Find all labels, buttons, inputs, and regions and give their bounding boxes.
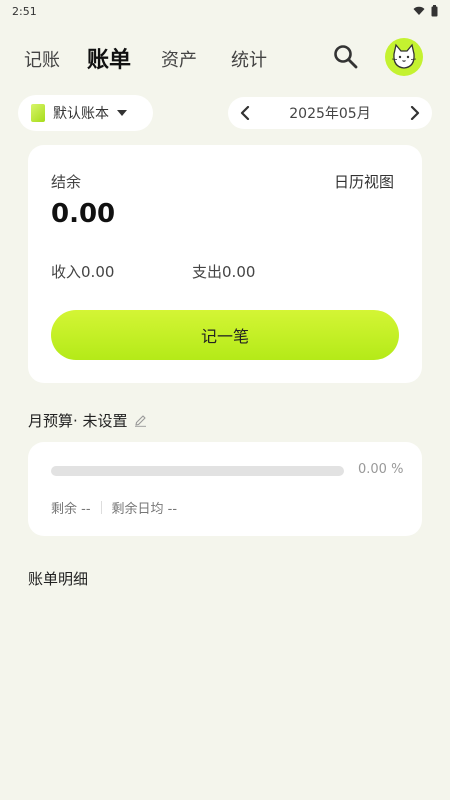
avatar[interactable] [385,38,423,76]
tab-statistics[interactable]: 统计 [231,46,267,72]
expense-value: 0.00 [222,263,256,281]
balance-value: 0.00 [51,199,116,229]
chevron-left-icon[interactable] [240,106,250,120]
battery-icon [431,5,438,17]
search-icon [334,45,358,69]
budget-progress-percent: 0.00 % [358,462,404,477]
record-entry-button[interactable]: 记一笔 [51,310,399,360]
income-summary: 收入0.00 [51,261,114,282]
balance-label: 结余 [51,173,82,191]
expense-label: 支出 [192,263,223,281]
tab-assets[interactable]: 资产 [161,46,197,72]
wifi-icon [413,6,425,15]
budget-daily-remaining: 剩余日均 -- [111,502,178,517]
budget-title-row[interactable]: 月预算· 未设置 [28,410,147,431]
tab-bills[interactable]: 账单 [87,42,131,74]
current-month[interactable]: 2025年05月 [289,103,370,123]
status-time: 2:51 [12,4,37,18]
tab-record[interactable]: 记账 [24,46,60,72]
budget-progress-bar [51,466,344,476]
top-nav: 记账 账单 资产 统计 [0,36,450,80]
cat-avatar-icon [391,43,417,69]
income-value: 0.00 [81,263,115,281]
search-button[interactable] [333,44,359,70]
account-book-name: 默认账本 [53,106,109,122]
budget-card: 0.00 % 剩余 -- 剩余日均 -- [28,442,422,536]
calendar-view-link[interactable]: 日历视图 [334,171,394,192]
budget-divider [100,501,102,514]
budget-meta: 剩余 -- 剩余日均 -- [51,498,177,517]
month-pager: 2025年05月 [228,97,432,129]
summary-card: 结余 日历视图 0.00 收入0.00 支出0.00 记一笔 [28,145,422,383]
income-label: 收入 [51,263,82,281]
status-icons [413,5,438,17]
budget-title: 月预算· 未设置 [28,412,128,430]
caret-down-icon [117,110,127,116]
edit-pencil-icon[interactable] [134,414,147,427]
status-bar: 2:51 [0,0,450,22]
bill-details-title: 账单明细 [28,570,89,588]
book-icon [31,104,45,122]
account-book-selector[interactable]: 默认账本 [18,95,153,131]
budget-remaining: 剩余 -- [51,502,91,517]
expense-summary: 支出0.00 [192,261,255,282]
chevron-right-icon[interactable] [410,106,420,120]
